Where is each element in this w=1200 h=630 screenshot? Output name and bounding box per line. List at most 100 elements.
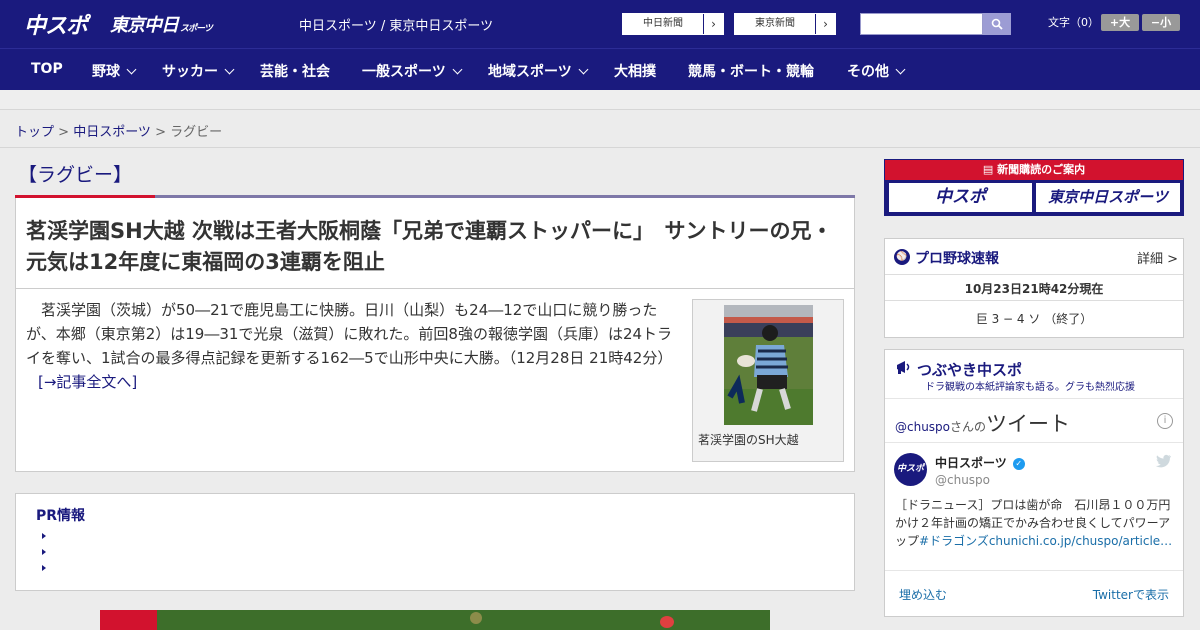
baseball-title: プロ野球速報 [915, 251, 999, 267]
tweets-label: ツイート [986, 412, 1071, 436]
nav-label: 野球 [92, 64, 120, 80]
site-header: 中スポ 東京中日 スポーツ 中日スポーツ / 東京中日スポーツ 中日新聞 › 東京… [0, 0, 1200, 48]
breadcrumb-sep: > [54, 125, 74, 140]
article-summary: 茗渓学園（茨城）が50―21で鹿児島工に快勝。日川（山梨）も24―12で山口に競… [26, 301, 673, 367]
nav-label: サッカー [162, 64, 218, 80]
nav-item-general-sports[interactable]: 一般スポーツ [362, 61, 463, 81]
divider [15, 288, 855, 289]
twitter-handle-link[interactable]: @chuspo [895, 420, 950, 434]
nav-label: 芸能・社会 [260, 64, 330, 80]
divider [885, 570, 1183, 571]
chunichi-shimbun-link[interactable]: 中日新聞 › [622, 13, 724, 35]
baseball-timestamp: 10月23日21時42分現在 [964, 282, 1104, 296]
font-smaller-button[interactable]: −小 [1142, 14, 1180, 31]
photo-caption: 茗渓学園のSH大越 [698, 433, 799, 447]
divider [885, 274, 1183, 275]
avatar[interactable]: 中スポ [894, 453, 927, 486]
nav-item-soccer[interactable]: サッカー [162, 61, 235, 81]
tokyo-logo-sub: スポーツ [180, 24, 213, 34]
player-shape [660, 616, 674, 628]
title-rule [155, 195, 855, 198]
nav-label: 地域スポーツ [488, 64, 572, 80]
title-rule-accent [15, 195, 155, 198]
search-input[interactable] [860, 13, 983, 35]
baseball-detail-link[interactable]: 詳細 > [1137, 248, 1178, 267]
view-on-twitter-link[interactable]: Twitterで表示 [1093, 586, 1169, 603]
bullet-arrow-icon [42, 565, 46, 571]
chevron-down-icon [224, 64, 235, 75]
tokyo-chunichi-logo[interactable]: 東京中日 スポーツ [110, 11, 213, 37]
chevron-down-icon [895, 64, 906, 75]
tweet-link[interactable]: #ドラゴンズchunichi.co.jp/chuspo/article… [919, 534, 1172, 548]
breadcrumb-current: ラグビー [170, 125, 223, 140]
photo-banner-red [100, 610, 157, 630]
bullet-arrow-icon [42, 533, 46, 539]
divider [885, 300, 1183, 301]
read-more-link[interactable]: [→記事全文へ] [38, 373, 137, 391]
font-bigger-button[interactable]: +大 [1101, 14, 1139, 31]
subscription-banner[interactable]: ▤ 新聞購読のご案内 中スポ 東京中日スポーツ [884, 159, 1184, 216]
article-photo-box: 茗渓学園のSH大越 [692, 299, 844, 462]
subscription-label: 新聞購読のご案内 [997, 163, 1086, 176]
site-title[interactable]: 中日スポーツ / 東京中日スポーツ [299, 15, 493, 34]
nav-label: TOP [31, 61, 63, 77]
sub-tokyo-logo[interactable]: 東京中日スポーツ [1036, 183, 1180, 212]
article-headline: 茗渓学園SH大越 次戦は王者大阪桐蔭「兄弟で連覇ストッパーに」 サントリーの兄・… [26, 219, 833, 274]
breadcrumb-section[interactable]: 中日スポーツ [73, 125, 151, 140]
nav-item-sumo[interactable]: 大相撲 [614, 61, 656, 81]
nav-item-racing[interactable]: 競馬・ボート・競輪 [688, 61, 814, 81]
breadcrumb: トップ > 中日スポーツ > ラグビー [0, 110, 1200, 148]
pr-section: PR情報 [15, 493, 855, 591]
ad-strip [0, 90, 1200, 110]
nav-label: その他 [847, 64, 889, 80]
divider [885, 398, 1183, 399]
info-icon[interactable]: i [1157, 413, 1173, 429]
baseball-score[interactable]: 巨 3 − 4 ソ （終了） [885, 310, 1183, 327]
baseball-score-card: ⚾ プロ野球速報 詳細 > 10月23日21時42分現在 巨 3 − 4 ソ （… [884, 238, 1184, 338]
tokyo-shimbun-label: 東京新聞 [735, 14, 815, 34]
nav-item-top[interactable]: TOP [31, 61, 63, 77]
sub-chuspo-logo[interactable]: 中スポ [889, 183, 1032, 212]
tweets-heading: @chuspoさんのツイート [895, 408, 1070, 438]
divider [885, 442, 1183, 443]
pr-title: PR情報 [36, 508, 86, 524]
subscription-title: ▤ 新聞購読のご案内 [885, 160, 1183, 180]
photo-banner[interactable] [100, 610, 770, 630]
font-size-label: 文字（0） [1048, 16, 1099, 29]
chevron-right-icon: › [703, 14, 723, 34]
player-shape [470, 612, 482, 624]
embed-link[interactable]: 埋め込む [899, 586, 947, 603]
nav-item-other[interactable]: その他 [847, 61, 906, 81]
chevron-down-icon [578, 64, 589, 75]
nav-item-local-sports[interactable]: 地域スポーツ [488, 61, 589, 81]
chevron-right-icon: › [815, 14, 835, 34]
tokyo-shimbun-link[interactable]: 東京新聞 › [734, 13, 836, 35]
tweet-author-name: 中日スポーツ [935, 456, 1007, 470]
tweet-author[interactable]: 中日スポーツ ✓ [935, 454, 1025, 471]
newspaper-icon: ▤ [982, 163, 998, 176]
main-nav: TOP 野球 サッカー 芸能・社会 一般スポーツ 地域スポーツ 大相撲 競馬・ボ… [0, 48, 1200, 90]
search-icon [991, 18, 1003, 30]
chuspo-logo[interactable]: 中スポ [24, 8, 88, 40]
tweet-text: ［ドラニュース］プロは歯が命 石川昂１００万円かけ２年計画の矯正でかみ合わせ良く… [895, 496, 1177, 550]
section-title: 【ラグビー】 [18, 164, 133, 186]
nav-item-entertainment[interactable]: 芸能・社会 [260, 61, 330, 81]
chunichi-shimbun-label: 中日新聞 [623, 14, 703, 34]
verified-icon: ✓ [1012, 458, 1025, 470]
nav-label: 一般スポーツ [362, 64, 446, 80]
breadcrumb-home[interactable]: トップ [15, 125, 54, 140]
chevron-down-icon [126, 64, 137, 75]
search-button[interactable] [983, 13, 1011, 35]
bullet-arrow-icon [42, 549, 46, 555]
article-photo[interactable] [724, 305, 813, 425]
twitter-card: つぶやき中スポ ドラ観戦の本紙評論家も語る。グラも熱烈応援 @chuspoさんの… [884, 349, 1184, 617]
baseball-icon: ⚾ [894, 249, 910, 265]
nav-label: 大相撲 [614, 64, 656, 80]
tweet-author-handle[interactable]: @chuspo [935, 473, 990, 487]
twitter-bird-icon[interactable] [1155, 454, 1171, 468]
article-body: 茗渓学園（茨城）が50―21で鹿児島工に快勝。日川（山梨）も24―12で山口に競… [26, 298, 684, 394]
breadcrumb-sep: > [150, 125, 171, 140]
nav-item-baseball[interactable]: 野球 [92, 61, 137, 81]
nav-label: 競馬・ボート・競輪 [688, 64, 814, 80]
twitter-title: つぶやき中スポ [917, 361, 1023, 379]
